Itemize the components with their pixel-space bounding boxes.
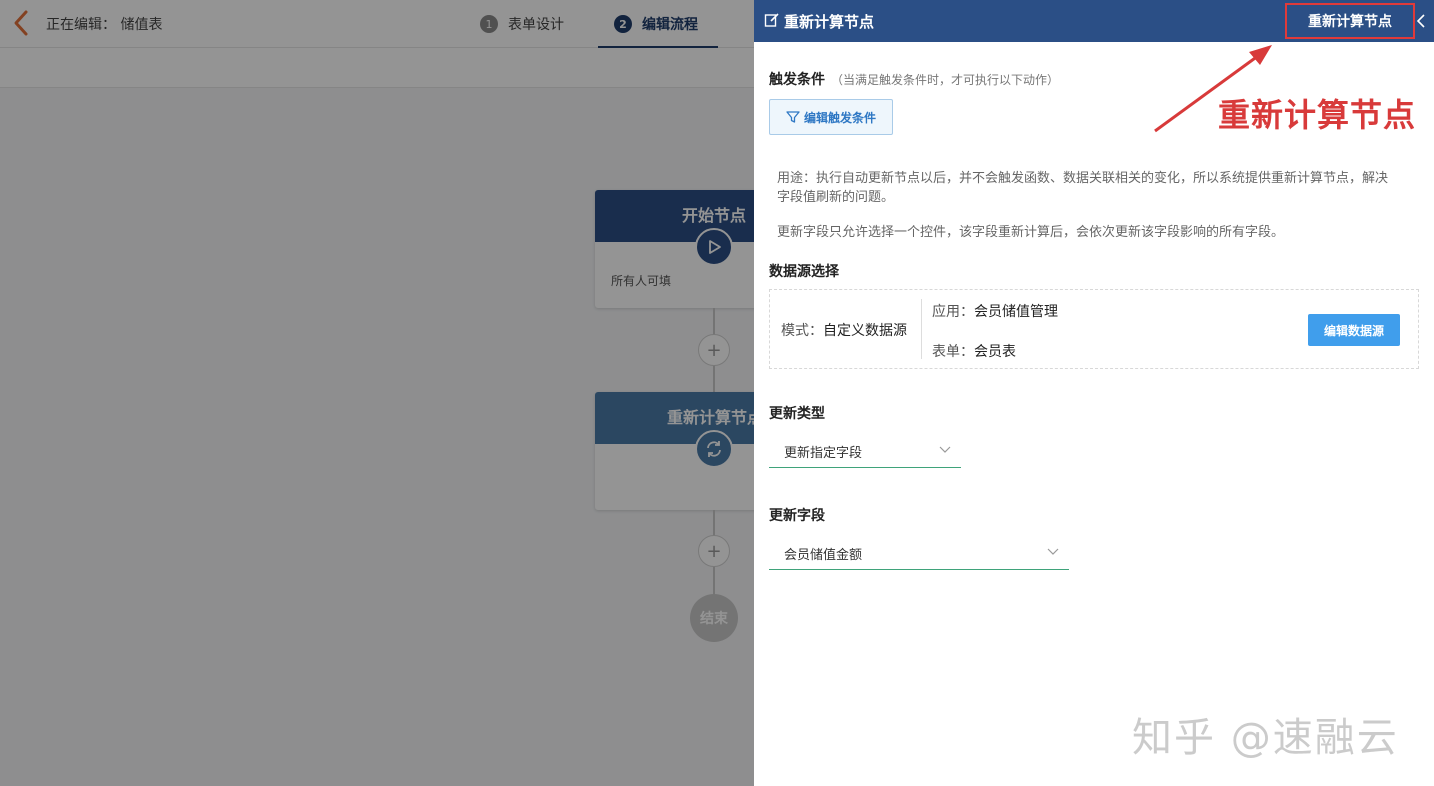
datasource-section-label: 数据源选择	[769, 264, 839, 280]
trigger-hint: （当满足触发条件时，才可执行以下动作）	[831, 73, 1060, 87]
edit-trigger-button[interactable]: 编辑触发条件	[769, 99, 893, 135]
update-type-value: 更新指定字段	[784, 446, 863, 461]
update-field-label: 更新字段	[769, 508, 825, 524]
chevron-down-icon	[939, 446, 951, 453]
rule-description: 更新字段只允许选择一个控件，该字段重新计算后，会依次更新该字段影响的所有字段。	[777, 225, 1285, 240]
filter-icon	[786, 111, 800, 123]
datasource-form: 表单：会员表	[932, 341, 1016, 361]
mode-value: 自定义数据源	[823, 323, 907, 339]
close-icon[interactable]	[1412, 12, 1430, 30]
app-label: 应用：	[932, 304, 974, 320]
trigger-label: 触发条件	[769, 72, 825, 88]
drawer-header: 重新计算节点 重新计算节点	[754, 0, 1434, 42]
drawer-title: 重新计算节点	[784, 13, 875, 31]
form-label: 表单：	[932, 344, 974, 360]
watermark: 知乎 @速融云	[1132, 715, 1399, 761]
mode-label: 模式：	[781, 323, 823, 339]
edit-trigger-label: 编辑触发条件	[803, 110, 876, 125]
chevron-down-icon	[1047, 548, 1059, 555]
datasource-panel: 模式：自定义数据源 应用：会员储值管理 表单：会员表 编辑数据源	[769, 289, 1419, 369]
modal-overlay[interactable]	[0, 0, 754, 786]
edit-icon	[764, 13, 779, 27]
update-type-select[interactable]: 更新指定字段	[769, 434, 961, 468]
app-value: 会员储值管理	[974, 304, 1058, 320]
recalc-node-header-button[interactable]: 重新计算节点	[1285, 3, 1415, 39]
edit-datasource-button[interactable]: 编辑数据源	[1308, 314, 1400, 346]
update-field-select[interactable]: 会员储值金额	[769, 536, 1069, 570]
annotation-label: 重新计算节点	[1218, 96, 1417, 134]
datasource-mode: 模式：自定义数据源	[781, 320, 907, 340]
update-field-value: 会员储值金额	[784, 548, 863, 563]
update-type-label: 更新类型	[769, 406, 825, 422]
datasource-divider	[921, 299, 922, 359]
datasource-app: 应用：会员储值管理	[932, 301, 1058, 321]
trigger-section-label: 触发条件 （当满足触发条件时，才可执行以下动作）	[769, 69, 1059, 89]
form-value: 会员表	[974, 344, 1016, 360]
usage-description: 用途：执行自动更新节点以后，并不会触发函数、数据关联相关的变化，所以系统提供重新…	[777, 171, 1389, 205]
